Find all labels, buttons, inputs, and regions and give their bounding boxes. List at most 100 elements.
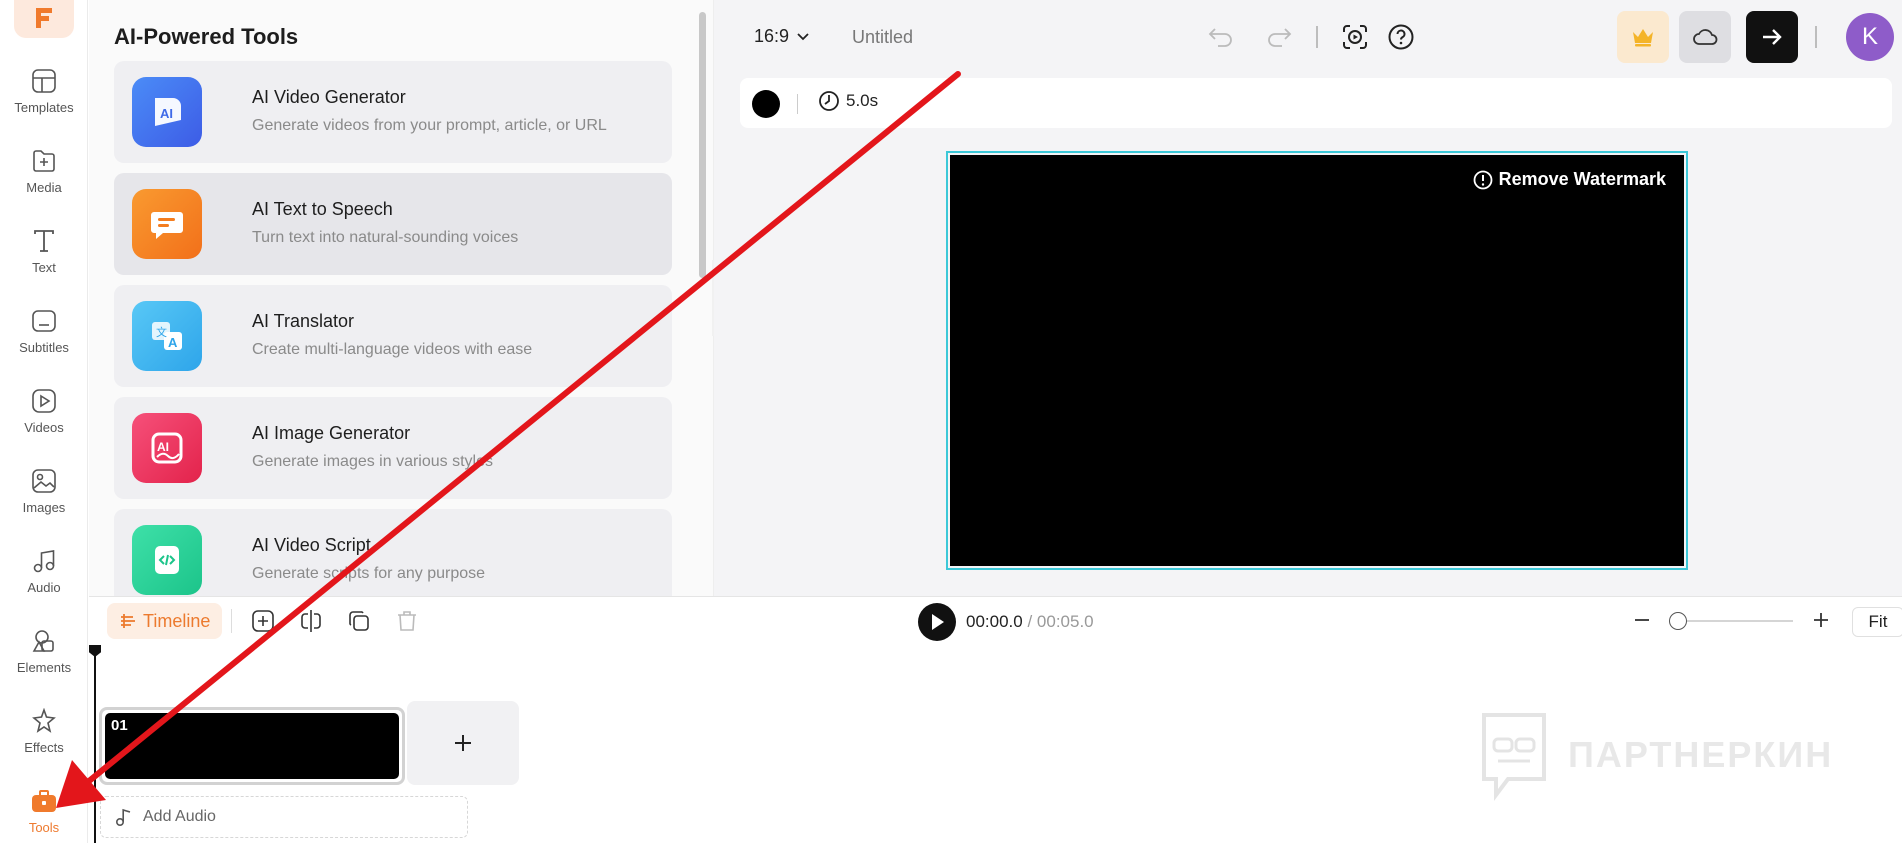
upgrade-button[interactable] bbox=[1617, 11, 1669, 63]
zoom-in-button[interactable] bbox=[1806, 605, 1836, 635]
playback-time: 00:00.0 / 00:05.0 bbox=[966, 612, 1094, 632]
music-note-icon bbox=[115, 808, 131, 827]
nav-label: Images bbox=[22, 500, 66, 515]
aspect-ratio-value: 16:9 bbox=[754, 26, 790, 46]
play-button[interactable] bbox=[918, 603, 956, 641]
tools-icon bbox=[29, 786, 59, 816]
svg-text:AI: AI bbox=[157, 440, 169, 454]
scene-clip[interactable]: 01 bbox=[99, 707, 405, 785]
delete-button[interactable] bbox=[391, 605, 423, 637]
preview-button[interactable] bbox=[1336, 18, 1374, 56]
ai-video-generator-icon: AI bbox=[132, 77, 202, 147]
property-divider bbox=[797, 94, 798, 114]
logo-icon bbox=[36, 8, 52, 28]
help-button[interactable] bbox=[1382, 18, 1420, 56]
nav-item-effects[interactable]: Effects bbox=[0, 700, 88, 764]
ai-translator-icon: 文A bbox=[132, 301, 202, 371]
nav-item-elements[interactable]: Elements bbox=[0, 620, 88, 684]
nav-label: Templates bbox=[14, 100, 74, 115]
nav-item-templates[interactable]: Templates bbox=[0, 60, 88, 124]
elements-icon bbox=[29, 626, 59, 656]
media-icon bbox=[29, 146, 59, 176]
nav-item-media[interactable]: Media bbox=[0, 140, 88, 204]
panel-scrollbar[interactable] bbox=[696, 0, 708, 596]
clip-number: 01 bbox=[111, 717, 128, 734]
timeline-panel: Timeline 00:00.0 / 00:05.0 Fit 01 Add Au… bbox=[89, 596, 1902, 843]
watermark-logo-icon bbox=[1482, 713, 1546, 801]
nav-label: Subtitles bbox=[19, 340, 69, 355]
clip-thumbnail: 01 bbox=[105, 713, 399, 779]
zoom-slider-track[interactable] bbox=[1669, 620, 1793, 622]
nav-item-images[interactable]: Images bbox=[0, 460, 88, 524]
nav-label: Media bbox=[26, 180, 62, 195]
scroll-thumb[interactable] bbox=[699, 12, 706, 278]
tool-card-ai-text-to-speech[interactable]: AI Text to Speech Turn text into natural… bbox=[114, 173, 672, 275]
left-nav: Templates Media Text Subtitles Videos Im… bbox=[0, 0, 88, 843]
images-icon bbox=[29, 466, 59, 496]
tools-panel: AI-Powered Tools AI AI Video Generator G… bbox=[89, 0, 714, 596]
tool-desc: Create multi-language videos with ease bbox=[252, 341, 533, 358]
tool-card-ai-video-generator[interactable]: AI AI Video Generator Generate videos fr… bbox=[114, 61, 672, 163]
ai-text-to-speech-icon bbox=[132, 189, 202, 259]
canvas-area: 5.0s Remove Watermark bbox=[714, 74, 1902, 596]
add-clip-button[interactable] bbox=[407, 701, 519, 785]
preview-icon bbox=[1343, 25, 1367, 49]
trash-icon bbox=[398, 611, 416, 631]
duplicate-icon bbox=[349, 611, 369, 631]
duplicate-button[interactable] bbox=[343, 605, 375, 637]
timeline-tab-label: Timeline bbox=[143, 610, 211, 631]
nav-label: Tools bbox=[28, 820, 60, 835]
plus-icon bbox=[455, 735, 471, 751]
playhead-handle[interactable] bbox=[89, 645, 101, 657]
undo-button[interactable] bbox=[1202, 18, 1240, 56]
project-title[interactable]: Untitled bbox=[852, 27, 913, 48]
play-icon bbox=[932, 614, 944, 630]
timeline-icon bbox=[121, 614, 135, 628]
tool-desc: Turn text into natural-sounding voices bbox=[252, 229, 519, 246]
tool-card-ai-image-generator[interactable]: AI AI Image Generator Generate images in… bbox=[114, 397, 672, 499]
split-button[interactable] bbox=[295, 605, 327, 637]
watermark-logo: ПАРТНЕРКИН bbox=[1478, 709, 1833, 801]
tool-card-ai-translator[interactable]: 文A AI Translator Create multi-language v… bbox=[114, 285, 672, 387]
help-icon bbox=[1388, 24, 1414, 50]
tool-title: AI Text to Speech bbox=[252, 199, 393, 219]
nav-label: Audio bbox=[27, 580, 61, 595]
zoom-out-button[interactable] bbox=[1627, 605, 1657, 635]
audio-icon bbox=[29, 546, 59, 576]
nav-item-tools[interactable]: Tools bbox=[0, 780, 88, 843]
undo-icon bbox=[1208, 28, 1232, 47]
nav-item-subtitles[interactable]: Subtitles bbox=[0, 300, 88, 364]
redo-button[interactable] bbox=[1260, 18, 1298, 56]
plus-icon bbox=[1814, 613, 1828, 627]
export-button[interactable] bbox=[1746, 11, 1798, 63]
nav-item-audio[interactable]: Audio bbox=[0, 540, 88, 604]
fit-button[interactable]: Fit bbox=[1852, 607, 1902, 637]
toolbar-divider bbox=[1815, 26, 1817, 48]
user-avatar[interactable]: K bbox=[1846, 13, 1894, 61]
tool-card-ai-video-script[interactable]: AI Video Script Generate scripts for any… bbox=[114, 509, 672, 596]
aspect-ratio-dropdown[interactable]: 16:9 bbox=[754, 26, 809, 47]
zoom-slider-handle[interactable] bbox=[1669, 612, 1687, 630]
nav-item-videos[interactable]: Videos bbox=[0, 380, 88, 444]
tool-desc: Generate videos from your prompt, articl… bbox=[252, 117, 607, 134]
add-audio-label: Add Audio bbox=[143, 808, 216, 825]
nav-label: Elements bbox=[16, 660, 72, 675]
add-scene-button[interactable] bbox=[247, 605, 279, 637]
background-color-swatch[interactable] bbox=[752, 90, 780, 118]
cloud-icon bbox=[1693, 29, 1718, 45]
remove-watermark-label: Remove Watermark bbox=[1498, 169, 1666, 189]
remove-watermark-button[interactable]: Remove Watermark bbox=[1473, 169, 1666, 190]
playhead[interactable] bbox=[94, 645, 96, 843]
app-logo[interactable] bbox=[14, 0, 74, 38]
top-bar: 16:9 Untitled K bbox=[714, 0, 1902, 74]
timeline-tab[interactable]: Timeline bbox=[107, 603, 223, 639]
video-canvas[interactable]: Remove Watermark bbox=[946, 151, 1688, 570]
duration-value: 5.0s bbox=[846, 91, 879, 110]
add-audio-button[interactable]: Add Audio bbox=[100, 796, 468, 838]
scene-duration[interactable]: 5.0s bbox=[818, 90, 878, 112]
nav-item-text[interactable]: Text bbox=[0, 220, 88, 284]
video-preview[interactable]: Remove Watermark bbox=[950, 155, 1684, 566]
split-icon bbox=[301, 610, 321, 632]
cloud-save-button[interactable] bbox=[1679, 11, 1731, 63]
toolbar-divider bbox=[1316, 26, 1318, 48]
